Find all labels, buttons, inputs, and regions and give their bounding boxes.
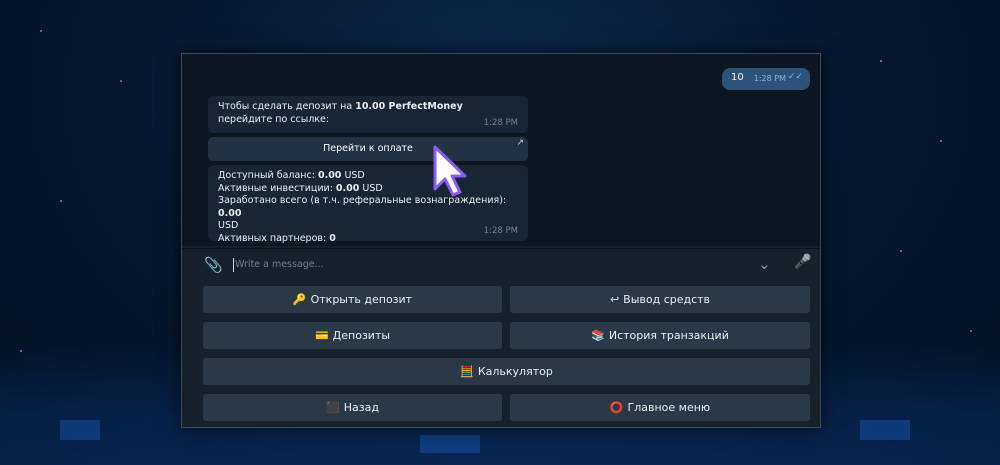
- key-icon: 🔑: [292, 293, 307, 306]
- circle-icon: ⭕: [609, 401, 624, 414]
- chevron-down-icon[interactable]: ⌄: [758, 255, 771, 273]
- books-icon: 📚: [591, 329, 605, 342]
- card-icon: 💳: [314, 329, 329, 342]
- message-time: 1:28 PM: [483, 225, 518, 236]
- external-link-icon: ↗: [516, 138, 524, 148]
- message-text: Доступный баланс: 0.00 USD Активные инве…: [218, 170, 507, 244]
- calculator-button[interactable]: 🧮 Калькулятор: [203, 358, 810, 385]
- chat-area: 10 1:28 PM ✓✓ Чтобы сделать депозит на 1…: [182, 54, 820, 246]
- message-input[interactable]: Write a message...: [235, 259, 324, 270]
- outgoing-message: 10 1:28 PM ✓✓: [722, 68, 810, 90]
- message-time: 1:28 PM: [483, 117, 518, 128]
- message-text: 10: [731, 72, 744, 83]
- back-icon: ⬛: [326, 401, 340, 414]
- read-receipt-icon: ✓✓: [787, 72, 803, 82]
- telegram-window: 10 1:28 PM ✓✓ Чтобы сделать депозит на 1…: [181, 53, 821, 428]
- attach-icon[interactable]: 📎: [204, 256, 223, 274]
- main-menu-button[interactable]: ⭕ Главное меню: [510, 394, 810, 421]
- microphone-icon[interactable]: 🎤: [794, 254, 811, 270]
- message-composer: 📎 Write a message... ⌄ 🎤: [182, 248, 820, 283]
- message-time: 1:28 PM: [753, 74, 786, 83]
- open-deposit-button[interactable]: 🔑 Открыть депозит: [203, 286, 502, 313]
- go-to-payment-button[interactable]: Перейти к оплате ↗: [208, 137, 528, 161]
- text-caret: [233, 258, 234, 272]
- withdraw-button[interactable]: ↩ Вывод средств: [510, 286, 810, 313]
- deposits-button[interactable]: 💳 Депозиты: [203, 322, 502, 349]
- deposit-message: Чтобы сделать депозит на 10.00 PerfectMo…: [208, 96, 528, 133]
- message-text: Чтобы сделать депозит на 10.00 PerfectMo…: [218, 101, 463, 125]
- balance-message: Доступный баланс: 0.00 USD Активные инве…: [208, 165, 528, 244]
- back-button[interactable]: ⬛ Назад: [203, 394, 502, 421]
- return-icon: ↩: [609, 293, 620, 306]
- mouse-cursor-icon: [433, 145, 467, 197]
- transaction-history-button[interactable]: 📚 История транзакций: [510, 322, 810, 349]
- abacus-icon: 🧮: [460, 365, 474, 378]
